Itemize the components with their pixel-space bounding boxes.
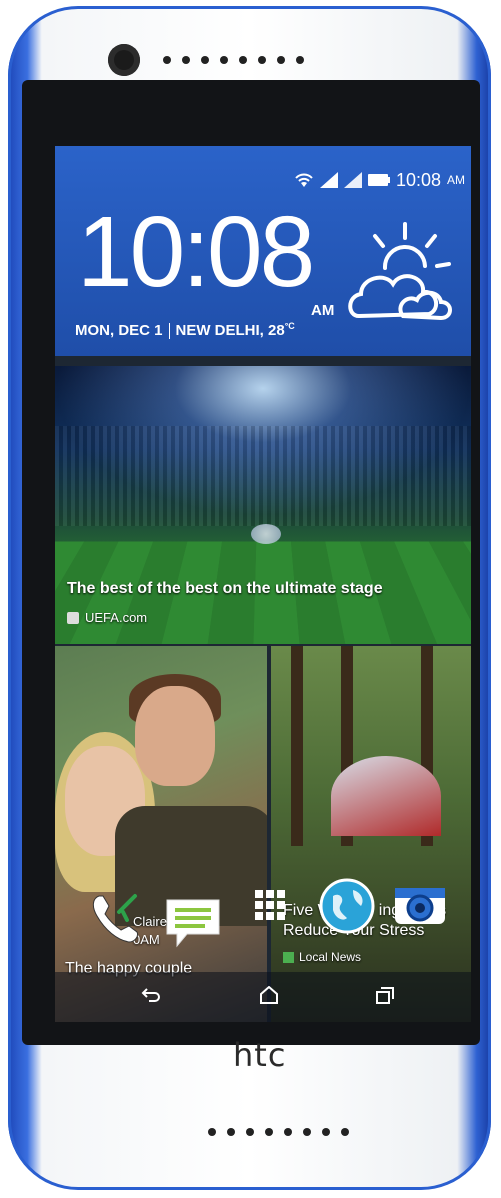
weather-partly-cloudy-icon (348, 222, 452, 321)
bottom-speaker (208, 1128, 349, 1136)
starball-logo-icon (251, 524, 281, 544)
date-day-number: 1 (154, 322, 163, 339)
story-headline: The best of the best on the ultimate sta… (67, 580, 383, 597)
story-source: UEFA.com (67, 610, 147, 625)
blinkfeed-top-story[interactable]: The best of the best on the ultimate sta… (55, 366, 471, 644)
signal-icon-2 (343, 172, 362, 188)
clock-weather-widget[interactable]: 10:08 AM 10:08 AM MON, DEC 1 NEW DELHI, 2… (55, 146, 471, 356)
status-bar: 10:08 AM (294, 168, 465, 192)
status-time: 10:08 (395, 169, 441, 190)
wifi-icon (295, 173, 313, 187)
camera-app-icon[interactable] (393, 882, 447, 926)
status-ampm: AM (447, 173, 465, 187)
clock-time: 10:08 (77, 196, 315, 308)
story-source-name: UEFA.com (85, 610, 148, 625)
messages-icon[interactable] (165, 898, 221, 948)
date-location-line: MON, DEC 1 NEW DELHI, 28°C (75, 321, 295, 340)
back-button[interactable] (133, 980, 169, 1010)
source-logo-icon (67, 611, 79, 624)
temperature: 28 (268, 322, 285, 339)
recent-apps-icon (376, 987, 394, 1004)
home-icon (260, 986, 278, 1004)
battery-icon (367, 174, 390, 186)
recent-apps-button[interactable] (367, 980, 403, 1010)
temperature-unit: °C (284, 321, 295, 331)
back-icon (141, 988, 160, 1002)
navigation-bar (55, 972, 471, 1022)
date-text: MON, DEC (75, 322, 155, 339)
home-button[interactable] (251, 980, 287, 1010)
apps-grid-icon[interactable] (255, 890, 285, 920)
app-dock (55, 876, 471, 976)
phone-icon[interactable] (87, 890, 143, 946)
browser-globe-icon[interactable] (319, 878, 375, 934)
front-camera-icon (108, 44, 140, 76)
location-text: NEW DELHI, (175, 322, 269, 339)
signal-icon (319, 172, 338, 188)
home-screen: 10:08 AM 10:08 AM MON, DEC 1 NEW DELHI, 2… (55, 146, 471, 1022)
clock-ampm: AM (311, 302, 335, 319)
htc-logo: htc (233, 1036, 287, 1074)
earpiece-speaker (163, 56, 304, 64)
